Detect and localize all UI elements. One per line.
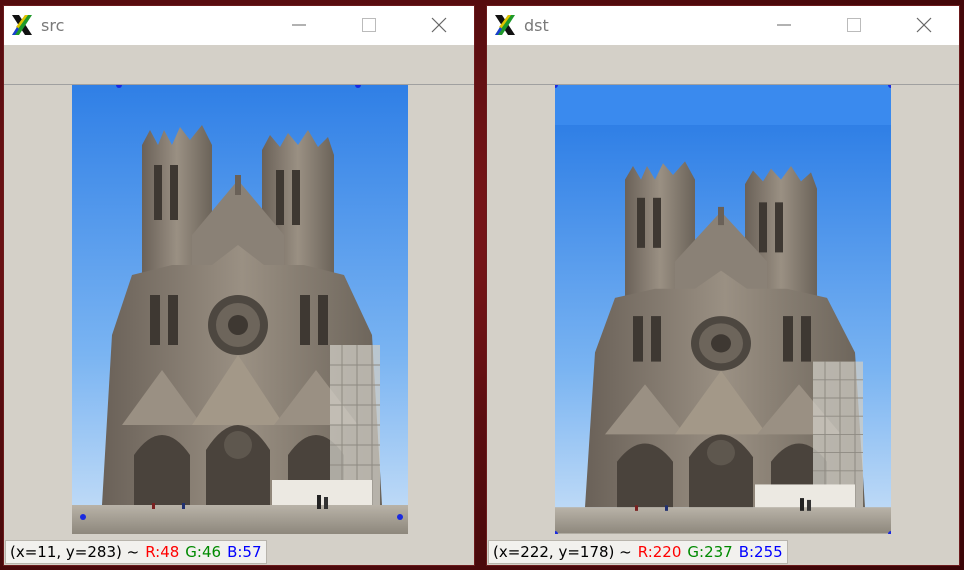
title-bar[interactable]: dst (487, 6, 959, 44)
green-value: G:237 (687, 543, 733, 561)
status-bar: (x=11, y=283) ~ R:48 G:46 B:57 (4, 539, 474, 565)
red-value: R:220 (637, 543, 682, 561)
pixel-info: (x=222, y=178) ~ R:220 G:237 B:255 (488, 540, 788, 564)
close-button[interactable] (889, 6, 959, 44)
src-window: src (x=11, y=283) ~ R:48 G:46 B:57 (4, 6, 474, 565)
maximize-icon (847, 18, 861, 32)
cursor-coordinates: (x=222, y=178) ~ (493, 543, 632, 561)
dst-window: dst (x=222, y=178) ~ R:220 G:237 B:255 (487, 6, 959, 565)
cathedral-photo (71, 85, 409, 534)
window-title: dst (524, 15, 549, 35)
maximize-button[interactable] (819, 6, 889, 44)
dst-image[interactable] (555, 85, 891, 534)
window-title: src (41, 15, 65, 35)
x11-app-icon (495, 15, 515, 35)
x11-app-icon (12, 15, 32, 35)
blue-value: B:57 (227, 543, 262, 561)
image-canvas[interactable] (4, 85, 474, 539)
maximize-icon (362, 18, 376, 32)
corner-point-marker[interactable] (80, 514, 86, 520)
toolbar (4, 44, 474, 86)
green-value: G:46 (185, 543, 222, 561)
corner-point-marker[interactable] (888, 85, 891, 88)
corner-point-marker[interactable] (397, 514, 403, 520)
maximize-button[interactable] (334, 6, 404, 44)
minimize-button[interactable] (749, 6, 819, 44)
red-value: R:48 (145, 543, 180, 561)
minimize-icon (292, 24, 306, 26)
src-image[interactable] (71, 85, 409, 534)
pixel-info: (x=11, y=283) ~ R:48 G:46 B:57 (5, 540, 267, 564)
close-icon (916, 17, 932, 33)
cathedral-photo-corrected (555, 85, 891, 534)
toolbar (487, 44, 959, 86)
corner-point-marker[interactable] (888, 531, 891, 534)
image-canvas[interactable] (487, 85, 959, 539)
cursor-coordinates: (x=11, y=283) ~ (10, 543, 140, 561)
close-icon (431, 17, 447, 33)
minimize-icon (777, 24, 791, 26)
minimize-button[interactable] (264, 6, 334, 44)
title-bar[interactable]: src (4, 6, 474, 44)
blue-value: B:255 (738, 543, 783, 561)
close-button[interactable] (404, 6, 474, 44)
status-bar: (x=222, y=178) ~ R:220 G:237 B:255 (487, 539, 959, 565)
corner-point-marker[interactable] (555, 531, 558, 534)
